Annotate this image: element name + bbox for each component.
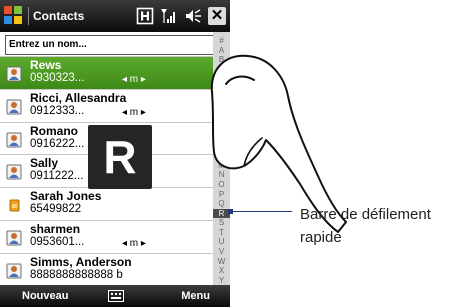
- signal-icon[interactable]: [160, 7, 178, 25]
- alphabet-letters: #ABCDEFGHIJKLMNOPQRSTUVWXYZ: [213, 36, 230, 295]
- alpha-letter[interactable]: E: [213, 84, 230, 94]
- alpha-letter[interactable]: Y: [213, 276, 230, 286]
- new-softkey[interactable]: Nouveau: [22, 290, 68, 302]
- window-title: Contacts: [33, 9, 85, 23]
- alpha-letter[interactable]: J: [213, 132, 230, 142]
- contact-detail: 8888888888888 b: [30, 268, 123, 281]
- alpha-letter[interactable]: X: [213, 266, 230, 276]
- alpha-letter[interactable]: P: [213, 190, 230, 200]
- contact-name: Romano: [30, 123, 78, 138]
- sim-contact-icon: [9, 199, 20, 212]
- device-screen: Contacts ✕ Entrez un nom... Rews 0930323…: [0, 0, 230, 307]
- title-bar: Contacts ✕: [0, 0, 230, 32]
- title-separator: [28, 7, 29, 25]
- alpha-letter[interactable]: V: [213, 247, 230, 257]
- contact-name: Simms, Anderson: [30, 254, 132, 269]
- contact-card-icon: [6, 132, 22, 148]
- alpha-letter[interactable]: S: [213, 218, 230, 228]
- contact-detail: 0912333...: [30, 104, 85, 117]
- contact-row-ricci[interactable]: Ricci, Allesandra 0912333... ◂ m ▸: [0, 90, 213, 123]
- contact-row-sharmen[interactable]: sharmen 0953601... ◂ m ▸: [0, 221, 213, 254]
- current-letter-indicator: R: [88, 125, 152, 189]
- contact-name: Sarah Jones: [30, 189, 102, 204]
- quick-scroll-bar[interactable]: #ABCDEFGHIJKLMNOPQRSTUVWXYZ: [213, 32, 230, 294]
- contact-card-icon: [6, 66, 22, 82]
- contact-detail: 0953601...: [30, 235, 85, 248]
- alpha-letter[interactable]: N: [213, 170, 230, 180]
- alpha-letter[interactable]: K: [213, 142, 230, 152]
- contact-name: Rews: [30, 58, 62, 72]
- contact-method-arrows[interactable]: ◂ m ▸: [122, 238, 146, 249]
- alpha-letter[interactable]: M: [213, 161, 230, 171]
- contact-row-sarah-jones[interactable]: Sarah Jones 65499822: [0, 188, 213, 221]
- alpha-letter[interactable]: C: [213, 65, 230, 75]
- contact-name: Sally: [30, 156, 59, 171]
- alpha-letter[interactable]: F: [213, 94, 230, 104]
- alpha-letter[interactable]: A: [213, 46, 230, 56]
- contact-method-arrows[interactable]: ◂ m ▸: [122, 74, 146, 85]
- contact-detail: 65499822: [30, 203, 82, 216]
- contact-detail: 0916222...: [30, 137, 85, 150]
- contact-card-icon: [6, 230, 22, 246]
- alpha-letter[interactable]: H: [213, 113, 230, 123]
- contact-detail: 0930323...: [30, 72, 85, 84]
- alpha-letter[interactable]: O: [213, 180, 230, 190]
- alpha-letter[interactable]: U: [213, 237, 230, 247]
- windows-start-icon[interactable]: [4, 6, 24, 26]
- alpha-letter[interactable]: B: [213, 55, 230, 65]
- callout-line: [230, 211, 292, 212]
- contact-card-icon: [6, 164, 22, 180]
- contact-detail: 0911222...: [30, 170, 84, 183]
- close-icon[interactable]: ✕: [208, 7, 226, 25]
- contact-row-rews[interactable]: Rews 0930323... ◂ m ▸: [0, 57, 213, 90]
- contact-card-icon: [6, 263, 22, 279]
- contact-row-simms[interactable]: Simms, Anderson 8888888888888 b: [0, 254, 213, 285]
- softkey-bar: Nouveau Menu: [0, 285, 230, 307]
- contact-name: Ricci, Allesandra: [30, 90, 127, 105]
- keyboard-icon[interactable]: [108, 290, 124, 302]
- keyboard-h-icon[interactable]: [136, 7, 154, 25]
- alpha-letter[interactable]: Q: [213, 199, 230, 209]
- alpha-letter[interactable]: L: [213, 151, 230, 161]
- alpha-letter[interactable]: W: [213, 257, 230, 267]
- contact-method-arrows[interactable]: ◂ m ▸: [122, 107, 146, 118]
- menu-softkey[interactable]: Menu: [181, 290, 210, 302]
- callout-label: Barre de défilement rapide: [300, 203, 431, 249]
- speaker-icon[interactable]: [184, 7, 202, 25]
- search-row: Entrez un nom...: [0, 32, 214, 57]
- contact-name: sharmen: [30, 221, 81, 236]
- search-input[interactable]: Entrez un nom...: [5, 35, 214, 55]
- alpha-letter[interactable]: D: [213, 74, 230, 84]
- alpha-letter[interactable]: I: [213, 122, 230, 132]
- alpha-letter[interactable]: T: [213, 228, 230, 238]
- status-icons: ✕: [136, 7, 226, 25]
- alpha-letter[interactable]: G: [213, 103, 230, 113]
- contact-card-icon: [6, 99, 22, 115]
- callout-line-1: Barre de défilement: [300, 206, 431, 223]
- callout-line-2: rapide: [300, 229, 342, 246]
- alpha-letter[interactable]: #: [213, 36, 230, 46]
